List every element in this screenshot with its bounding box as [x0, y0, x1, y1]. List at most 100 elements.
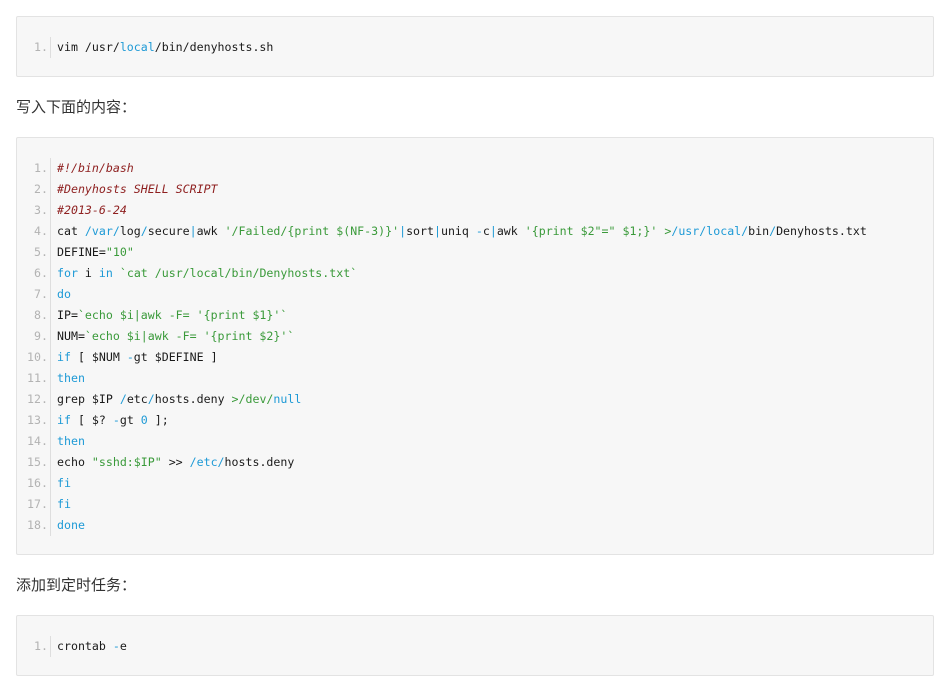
- code-token: >: [657, 224, 672, 238]
- code-token: |: [489, 224, 497, 238]
- code-block-vim[interactable]: 1. vim /usr/local/bin/denyhosts.sh: [16, 16, 934, 77]
- code-token: -: [126, 350, 134, 364]
- line-number: 3.: [17, 200, 51, 221]
- code-token: NUM=: [57, 329, 85, 343]
- line-number: 1.: [17, 37, 51, 58]
- code-token: /: [147, 392, 155, 406]
- line-number: 1.: [17, 636, 51, 657]
- code-token: Denyhosts.txt: [776, 224, 867, 238]
- code-token: awk: [196, 224, 225, 238]
- code-token: uniq: [440, 224, 476, 238]
- code-token: /usr/: [671, 224, 707, 238]
- code-text: #Denyhosts SHELL SCRIPT: [57, 179, 218, 200]
- code-text: if [ $? -gt 0 ];: [57, 410, 169, 431]
- code-token: done: [57, 518, 85, 532]
- code-text: cat /var/log/secure|awk '/Failed/{print …: [57, 221, 867, 242]
- code-text: then: [57, 431, 85, 452]
- code-text: fi: [57, 473, 71, 494]
- code-line: 4. cat /var/log/secure|awk '/Failed/{prin…: [17, 221, 933, 242]
- code-lines: 1. vim /usr/local/bin/denyhosts.sh: [17, 37, 933, 58]
- code-token: /var/: [84, 224, 120, 238]
- line-number: 17.: [17, 494, 51, 515]
- line-number: 7.: [17, 284, 51, 305]
- code-text: DEFINE="10": [57, 242, 134, 263]
- code-text: vim /usr/local/bin/denyhosts.sh: [57, 37, 273, 58]
- code-token: log: [119, 224, 141, 238]
- code-token: vim: [57, 40, 85, 54]
- code-token: gt: [119, 413, 141, 427]
- code-token: crontab: [57, 639, 113, 653]
- code-text: then: [57, 368, 85, 389]
- code-token: if: [57, 413, 71, 427]
- code-token: "10": [105, 245, 134, 259]
- code-token: c: [482, 224, 490, 238]
- code-token: >>: [161, 455, 190, 469]
- code-line: 13. if [ $? -gt 0 ];: [17, 410, 933, 431]
- code-line: 2. #Denyhosts SHELL SCRIPT: [17, 179, 933, 200]
- code-token: |: [189, 224, 197, 238]
- code-token: [ $NUM: [70, 350, 127, 364]
- code-token: '{print $2"=" $1;}': [524, 224, 658, 238]
- code-line: 1. vim /usr/local/bin/denyhosts.sh: [17, 37, 933, 58]
- code-token: cat: [57, 224, 85, 238]
- code-line: 16. fi: [17, 473, 933, 494]
- code-token: then: [57, 434, 85, 448]
- code-token: secure: [147, 224, 190, 238]
- code-line: 3. #2013-6-24: [17, 200, 933, 221]
- code-token: |: [399, 224, 407, 238]
- code-token: if: [57, 350, 71, 364]
- code-line: 17. fi: [17, 494, 933, 515]
- code-text: grep $IP /etc/hosts.deny >/dev/null: [57, 389, 301, 410]
- code-text: done: [57, 515, 85, 536]
- line-number: 1.: [17, 158, 51, 179]
- code-text: IP=`echo $i|awk -F= '{print $1}'`: [57, 305, 287, 326]
- line-number: 16.: [17, 473, 51, 494]
- code-token: hosts.deny: [224, 455, 295, 469]
- code-text: do: [57, 284, 71, 305]
- code-token: `cat /usr/local/bin/Denyhosts.txt`: [112, 266, 358, 280]
- line-number: 10.: [17, 347, 51, 368]
- code-line: 18. done: [17, 515, 933, 536]
- code-token: echo: [57, 455, 92, 469]
- code-text: if [ $NUM -gt $DEFINE ]: [57, 347, 218, 368]
- code-line: 7. do: [17, 284, 933, 305]
- code-token: -: [475, 224, 483, 238]
- line-number: 13.: [17, 410, 51, 431]
- code-token: -: [112, 639, 120, 653]
- code-text: #2013-6-24: [57, 200, 127, 221]
- code-token: /: [140, 224, 148, 238]
- line-number: 11.: [17, 368, 51, 389]
- code-token: '/Failed/{print $(NF-3)}': [224, 224, 400, 238]
- code-line: 12. grep $IP /etc/hosts.deny >/dev/null: [17, 389, 933, 410]
- code-text: #!/bin/bash: [57, 158, 134, 179]
- code-token: >/dev/: [231, 392, 274, 406]
- code-token: do: [57, 287, 71, 301]
- code-lines: 1. crontab -e: [17, 636, 933, 657]
- code-line: 14. then: [17, 431, 933, 452]
- code-text: for i in `cat /usr/local/bin/Denyhosts.t…: [57, 263, 357, 284]
- line-number: 4.: [17, 221, 51, 242]
- code-token: fi: [57, 497, 71, 511]
- code-text: echo "sshd:$IP" >> /etc/hosts.deny: [57, 452, 294, 473]
- code-line: 1. crontab -e: [17, 636, 933, 657]
- code-line: 15. echo "sshd:$IP" >> /etc/hosts.deny: [17, 452, 933, 473]
- code-text: crontab -e: [57, 636, 127, 657]
- code-block-crontab[interactable]: 1. crontab -e: [16, 615, 934, 676]
- code-token: IP=: [57, 308, 78, 322]
- code-token: |: [433, 224, 441, 238]
- code-token: gt $DEFINE ]: [133, 350, 218, 364]
- code-token: DEFINE=: [57, 245, 106, 259]
- code-token: ];: [147, 413, 169, 427]
- code-text: NUM=`echo $i|awk -F= '{print $2}'`: [57, 326, 294, 347]
- code-token: etc: [126, 392, 148, 406]
- line-number: 9.: [17, 326, 51, 347]
- code-token: bin: [748, 224, 770, 238]
- code-token: then: [57, 371, 85, 385]
- code-token: /: [119, 392, 127, 406]
- code-block-script[interactable]: 1. #!/bin/bash 2. #Denyhosts SHELL SCRIPT 3.…: [16, 137, 934, 555]
- code-line: 1. #!/bin/bash: [17, 158, 933, 179]
- code-token: #!/bin/bash: [57, 161, 134, 175]
- line-number: 12.: [17, 389, 51, 410]
- code-line: 5. DEFINE="10": [17, 242, 933, 263]
- line-number: 18.: [17, 515, 51, 536]
